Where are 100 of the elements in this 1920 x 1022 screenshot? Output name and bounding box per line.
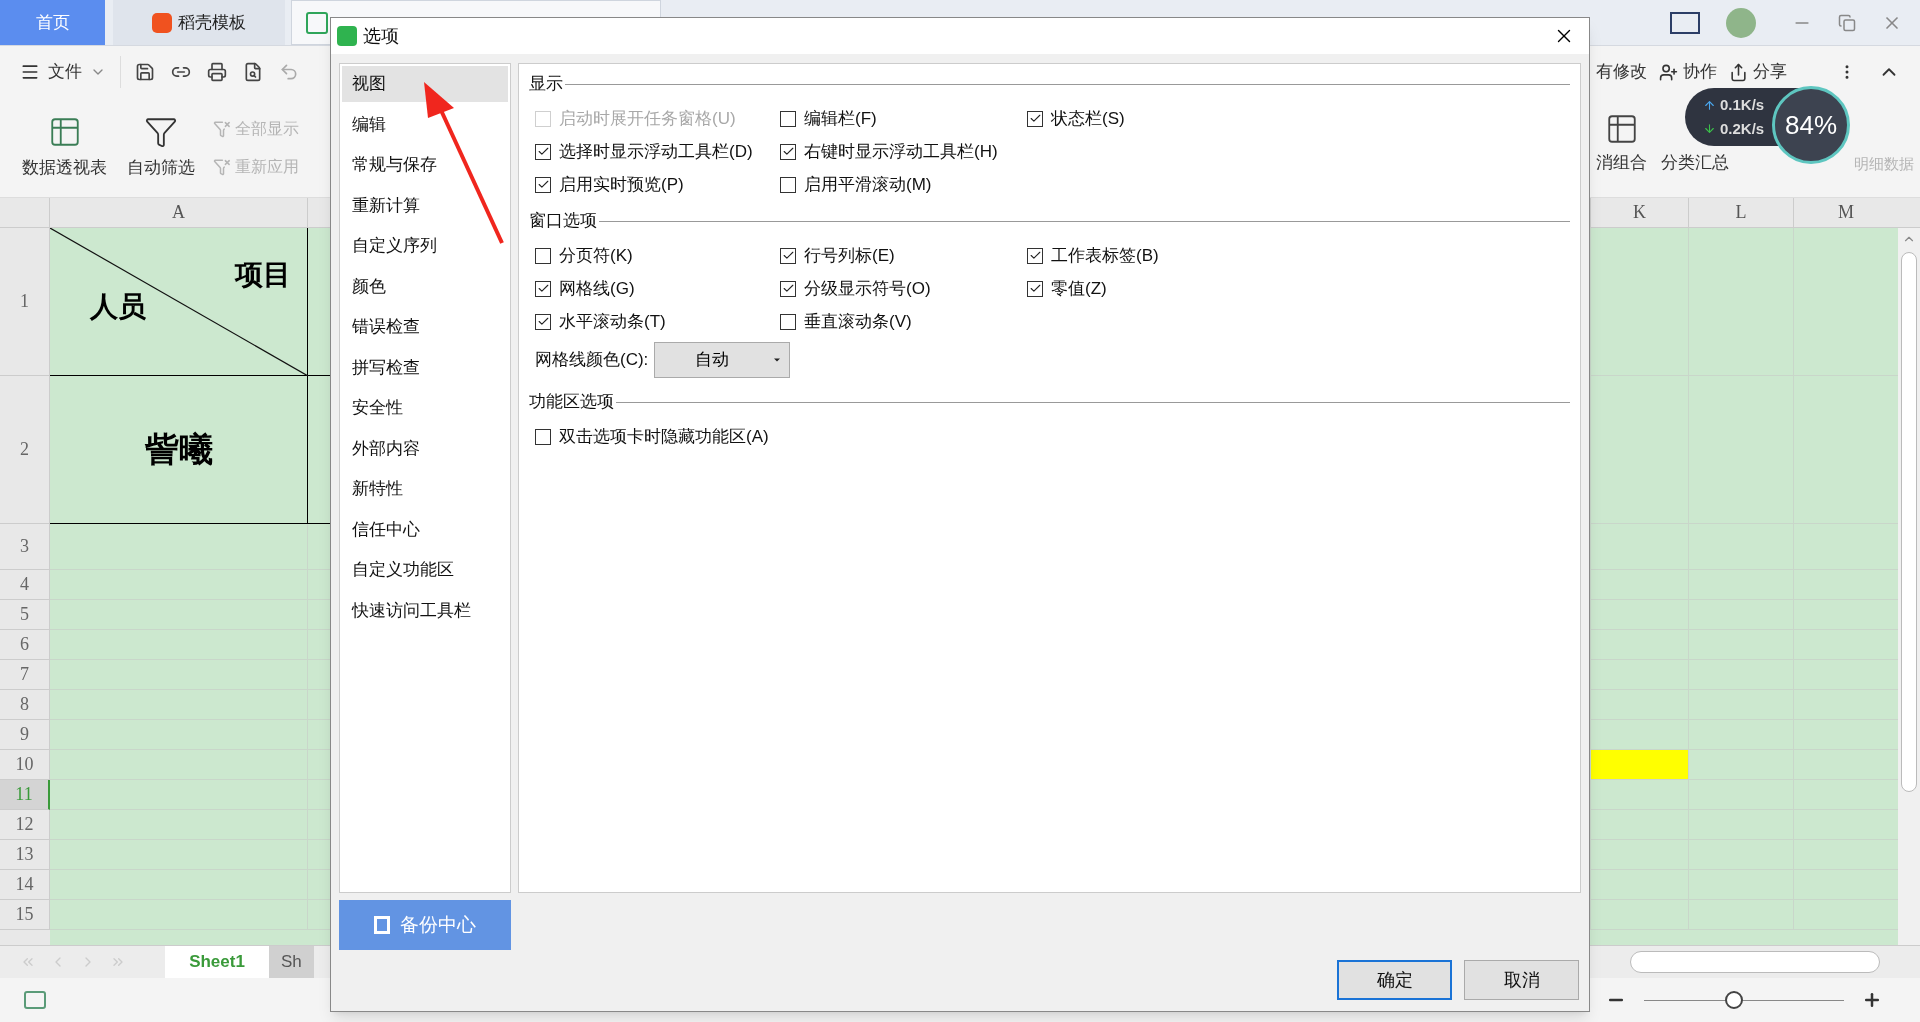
ribbon-button[interactable]: 数据透视表 xyxy=(16,114,113,181)
sheet-tab[interactable]: Sheet1 xyxy=(165,946,269,978)
cell[interactable] xyxy=(1688,750,1793,780)
checkbox-label: 行号列标(E) xyxy=(804,244,895,267)
cell[interactable] xyxy=(1688,228,1793,376)
row-header[interactable]: 14 xyxy=(0,870,50,900)
cell[interactable] xyxy=(50,870,308,900)
cell[interactable] xyxy=(50,780,308,810)
checkbox[interactable] xyxy=(780,280,796,297)
toolbar-action[interactable]: 分享 xyxy=(1729,59,1787,85)
checkbox[interactable] xyxy=(535,313,551,330)
ribbon-button[interactable]: 消组合 xyxy=(1596,111,1647,176)
row-header[interactable]: 1 xyxy=(0,228,50,376)
row-header[interactable]: 15 xyxy=(0,900,50,930)
field-label: 网格线颜色(C): xyxy=(535,349,649,372)
cell[interactable] xyxy=(50,570,308,600)
cell[interactable] xyxy=(1590,750,1688,780)
section-title: 窗口选项 xyxy=(529,210,597,233)
checkbox[interactable] xyxy=(535,143,551,160)
cell[interactable] xyxy=(50,524,308,570)
checkbox[interactable] xyxy=(780,110,796,127)
print-icon[interactable] xyxy=(207,62,227,82)
checkbox-label: 零值(Z) xyxy=(1051,277,1107,300)
cell[interactable] xyxy=(50,600,308,630)
ribbon-button[interactable]: 分类汇总 xyxy=(1661,149,1729,176)
checkbox[interactable] xyxy=(780,143,796,160)
checkbox[interactable] xyxy=(535,176,551,193)
undo-icon[interactable] xyxy=(279,62,299,82)
cell[interactable] xyxy=(50,810,308,840)
checkbox-label: 工作表标签(B) xyxy=(1051,244,1159,267)
zoom-in-icon[interactable] xyxy=(1862,990,1882,1010)
checkbox[interactable] xyxy=(780,247,796,264)
nav-item[interactable]: 新特性 xyxy=(342,471,508,507)
nav-item[interactable]: 自定义功能区 xyxy=(342,552,508,588)
row-header[interactable]: 7 xyxy=(0,660,50,690)
nav-item[interactable]: 视图 xyxy=(342,66,508,102)
checkbox[interactable] xyxy=(780,313,796,330)
cell-text: 訾曦 xyxy=(144,430,213,470)
row-header[interactable]: 9 xyxy=(0,720,50,750)
column-header[interactable]: A xyxy=(50,198,308,227)
cell[interactable] xyxy=(50,630,308,660)
sheet-tab[interactable]: Sh xyxy=(269,946,314,978)
row-header[interactable]: 12 xyxy=(0,810,50,840)
checkbox-label: 状态栏(S) xyxy=(1051,107,1125,130)
dialog-button[interactable]: 取消 xyxy=(1464,960,1579,1000)
toolbar-action[interactable]: 有修改 xyxy=(1596,59,1647,85)
cell[interactable] xyxy=(50,660,308,690)
dialog-button[interactable]: 确定 xyxy=(1337,960,1452,1000)
row-header[interactable]: 5 xyxy=(0,600,50,630)
cell[interactable] xyxy=(50,750,308,780)
cell[interactable] xyxy=(1688,780,1793,810)
checkbox[interactable] xyxy=(1027,247,1043,264)
app-tab[interactable]: 稻壳模板 xyxy=(113,0,285,45)
checkbox[interactable] xyxy=(1027,280,1043,297)
download-speed: 0.2K/s xyxy=(1720,118,1765,139)
row-header[interactable]: 4 xyxy=(0,570,50,600)
nav-item[interactable]: 拼写检查 xyxy=(342,349,508,386)
nav-item[interactable]: 重新计算 xyxy=(342,187,508,224)
nav-item[interactable]: 外部内容 xyxy=(342,430,508,467)
nav-item[interactable]: 常规与保存 xyxy=(342,147,508,183)
row-header[interactable]: 2 xyxy=(0,376,50,524)
checkbox[interactable] xyxy=(535,280,551,297)
row-header[interactable]: 3 xyxy=(0,524,50,570)
window-count-icon[interactable] xyxy=(1670,11,1700,34)
avatar[interactable] xyxy=(1726,7,1756,38)
checkbox[interactable] xyxy=(1027,110,1043,127)
cell[interactable] xyxy=(50,840,308,870)
cell[interactable] xyxy=(50,690,308,720)
cell[interactable] xyxy=(50,720,308,750)
slider-thumb[interactable] xyxy=(1725,991,1743,1009)
row-header[interactable]: 8 xyxy=(0,690,50,720)
cell[interactable] xyxy=(50,900,308,930)
add-user-icon xyxy=(1659,62,1678,82)
checkbox[interactable] xyxy=(535,247,551,264)
nav-item[interactable]: 错误检查 xyxy=(342,309,508,345)
cell[interactable] xyxy=(1688,720,1793,750)
column-header[interactable]: M xyxy=(1793,198,1898,227)
scrollbar-thumb[interactable] xyxy=(1901,252,1917,792)
toolbar-action[interactable]: 协作 xyxy=(1659,59,1717,85)
nav-item[interactable]: 信任中心 xyxy=(342,511,508,548)
horizontal-scrollbar[interactable] xyxy=(1630,951,1880,973)
ribbon-button[interactable]: 自动筛选 xyxy=(121,114,201,181)
nav-item[interactable]: 自定义序列 xyxy=(342,228,508,264)
zoom-slider[interactable] xyxy=(1644,990,1844,1010)
restore-icon[interactable] xyxy=(1838,13,1856,32)
row-header[interactable]: 6 xyxy=(0,630,50,660)
nav-item[interactable]: 颜色 xyxy=(342,268,508,305)
checkbox[interactable] xyxy=(535,428,551,445)
file-menu[interactable]: 文件 xyxy=(20,59,106,85)
checkbox[interactable] xyxy=(780,176,796,193)
vertical-scrollbar[interactable] xyxy=(1898,228,1920,945)
column-header[interactable]: L xyxy=(1688,198,1793,227)
nav-item[interactable]: 快速访问工具栏 xyxy=(342,592,508,629)
save-icon[interactable] xyxy=(135,62,155,82)
preview-icon[interactable] xyxy=(243,62,263,82)
nav-item[interactable]: 编辑 xyxy=(342,106,508,143)
row-header[interactable]: 13 xyxy=(0,840,50,870)
dropdown[interactable]: 自动 xyxy=(654,342,791,378)
nav-item[interactable]: 安全性 xyxy=(342,390,508,426)
usage-gauge: 84% xyxy=(1772,86,1850,164)
